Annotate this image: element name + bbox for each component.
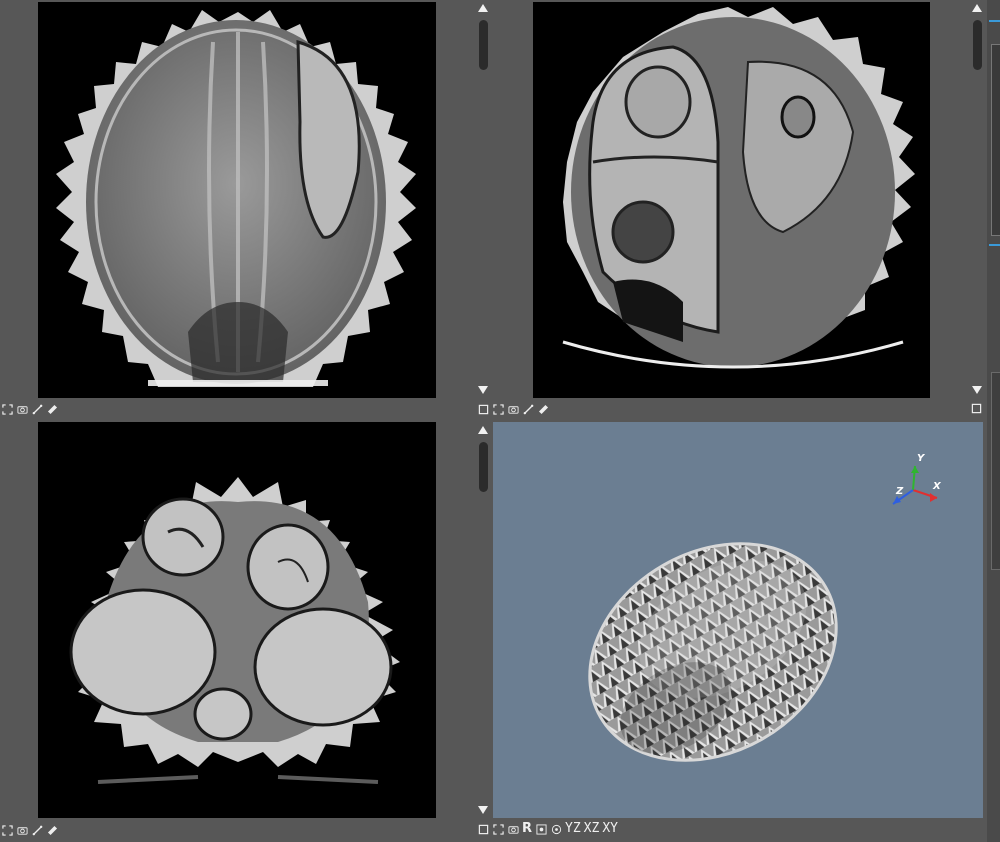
scroll-up-arrow[interactable] — [478, 4, 488, 12]
view-xy-button[interactable]: XY — [602, 822, 618, 836]
fit-to-view-icon[interactable] — [1, 403, 13, 415]
camera-icon[interactable] — [507, 823, 519, 835]
center-icon[interactable] — [535, 823, 547, 835]
volume-3d-view[interactable]: X Y Z — [493, 422, 983, 818]
axis-y-label: Y — [917, 453, 925, 464]
scrollbar-bottom-left[interactable] — [478, 426, 490, 818]
slice-view-top-left[interactable] — [38, 2, 436, 398]
scroll-down-arrow[interactable] — [478, 386, 488, 394]
scroll-thumb[interactable] — [479, 442, 488, 492]
fit-to-view-icon[interactable] — [1, 824, 13, 836]
camera-icon[interactable] — [507, 403, 519, 415]
scroll-up-arrow[interactable] — [478, 426, 488, 434]
maximize-icon[interactable] — [477, 823, 489, 835]
slice-view-top-right[interactable] — [533, 2, 930, 398]
side-panel-list — [991, 44, 1000, 236]
side-panel-tab[interactable] — [989, 244, 1000, 246]
slice-image-longitudinal — [56, 10, 416, 387]
side-panel — [987, 0, 1000, 842]
measure-icon[interactable] — [522, 403, 534, 415]
scroll-thumb[interactable] — [479, 20, 488, 70]
scrollbar-top-left[interactable] — [478, 4, 490, 396]
toolbar-top-left — [1, 402, 58, 416]
ruler-icon[interactable] — [537, 403, 549, 415]
axis-x-label: X — [933, 481, 941, 492]
slice-image-transverse — [69, 477, 400, 784]
measure-icon[interactable] — [31, 824, 43, 836]
fit-to-view-icon[interactable] — [492, 403, 504, 415]
focus-icon[interactable] — [550, 823, 562, 835]
reset-view-button[interactable]: R — [522, 822, 532, 836]
camera-icon[interactable] — [16, 403, 28, 415]
scroll-down-arrow[interactable] — [478, 806, 488, 814]
scrollbar-top-right[interactable] — [972, 4, 984, 396]
axis-z-label: Z — [896, 486, 904, 497]
scroll-up-arrow[interactable] — [972, 4, 982, 12]
orientation-axes — [892, 465, 938, 505]
fit-to-view-icon[interactable] — [492, 823, 504, 835]
side-panel-section — [991, 372, 1000, 570]
toolbar-bottom-left — [1, 823, 58, 837]
toolbar-3d: R YZ XZ XY — [477, 822, 618, 836]
ruler-icon[interactable] — [46, 403, 58, 415]
maximize-icon[interactable] — [477, 403, 489, 415]
scroll-thumb[interactable] — [973, 20, 982, 70]
scroll-down-arrow[interactable] — [972, 386, 982, 394]
ruler-icon[interactable] — [46, 824, 58, 836]
side-panel-tab[interactable] — [989, 20, 1000, 22]
view-yz-button[interactable]: YZ — [565, 822, 581, 836]
maximize-icon[interactable] — [970, 402, 982, 414]
slice-view-bottom-left[interactable] — [38, 422, 436, 818]
slice-image-frontal — [562, 7, 915, 369]
measure-icon[interactable] — [31, 403, 43, 415]
camera-icon[interactable] — [16, 824, 28, 836]
toolbar-top-right — [477, 402, 549, 416]
view-xz-button[interactable]: XZ — [584, 822, 600, 836]
volume-render-seed — [588, 465, 938, 762]
